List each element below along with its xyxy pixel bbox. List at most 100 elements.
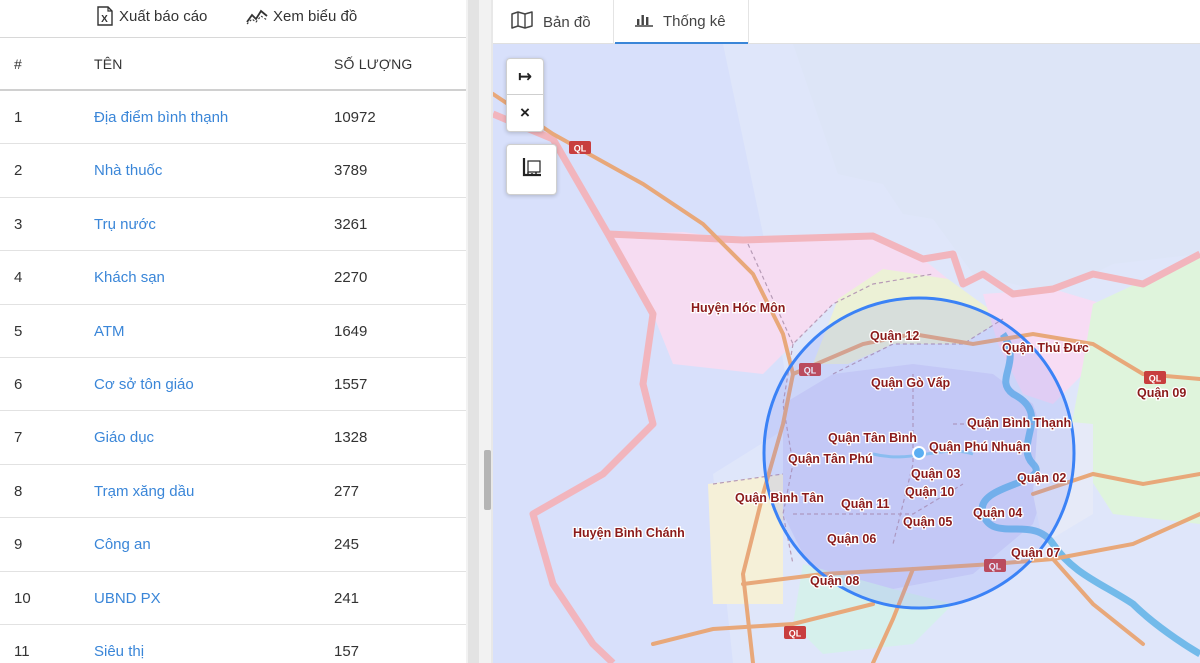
- statistics-table: # TÊN SỐ LƯỢNG 1 Địa điểm bình thạnh 10972…: [0, 37, 466, 663]
- svg-text:QL: QL: [1149, 374, 1162, 384]
- export-report-button[interactable]: X Xuất báo cáo: [96, 5, 207, 27]
- table-row[interactable]: 4 Khách sạn 2270: [0, 251, 466, 305]
- row-index: 6: [14, 375, 23, 393]
- row-name-link[interactable]: Khách sạn: [94, 269, 165, 286]
- row-count: 1328: [334, 429, 368, 447]
- row-count: 3789: [334, 162, 368, 180]
- export-report-label: Xuất báo cáo: [119, 7, 208, 25]
- district-label: Quận Gò Vấp: [871, 376, 951, 390]
- close-icon: ×: [520, 103, 530, 122]
- map-control-group: ↦ ×: [506, 58, 544, 132]
- table-row[interactable]: 8 Trạm xăng dầu 277: [0, 465, 466, 519]
- row-index: 4: [14, 269, 23, 287]
- road-badge: QL: [784, 626, 806, 639]
- bar-chart-icon: [635, 11, 653, 31]
- row-index: 11: [14, 642, 30, 660]
- row-count: 245: [334, 536, 360, 554]
- table-row[interactable]: 5 ATM 1649: [0, 305, 466, 358]
- svg-text:QL: QL: [574, 144, 587, 154]
- tab-divider: [613, 0, 614, 44]
- panel-toolbar: X Xuất báo cáo Xem biểu đồ: [0, 0, 466, 36]
- row-count: 277: [334, 482, 360, 500]
- row-name-link[interactable]: Nhà thuốc: [94, 162, 162, 179]
- app-window: X Xuất báo cáo Xem biểu đồ # TÊN SỐ LƯỢN…: [0, 0, 1200, 663]
- header-count: SỐ LƯỢNG: [334, 56, 413, 72]
- district-label: Quận 05: [903, 515, 952, 529]
- table-row[interactable]: 3 Trụ nước 3261: [0, 198, 466, 252]
- expand-button[interactable]: ↦: [507, 59, 543, 95]
- row-name-link[interactable]: Địa điểm bình thạnh: [94, 109, 228, 126]
- map-icon: [511, 11, 533, 33]
- row-count: 1649: [334, 322, 368, 340]
- row-name-link[interactable]: Giáo dục: [94, 429, 154, 446]
- table-row[interactable]: 11 Siêu thị 157: [0, 625, 466, 663]
- row-index: 5: [14, 322, 23, 340]
- view-tabs: Bản đồ Thống kê: [493, 0, 1200, 44]
- tab-map-label: Bản đồ: [543, 13, 591, 31]
- district-label: Huyện Bình Chánh: [573, 526, 685, 540]
- tab-statistics-label: Thống kê: [663, 12, 726, 30]
- district-label: Quận Tân Phú: [788, 452, 873, 466]
- tab-map[interactable]: Bản đồ: [511, 0, 591, 44]
- tab-divider: [748, 0, 749, 44]
- map-panel: Bản đồ Thống kê QL QL QL Huyện Hóc Môn H…: [493, 0, 1200, 663]
- row-index: 2: [14, 162, 23, 180]
- row-name-link[interactable]: Siêu thị: [94, 643, 144, 660]
- map-canvas[interactable]: QL QL QL QL: [493, 44, 1200, 663]
- district-label: Quận Thủ Đức: [1002, 341, 1089, 355]
- district-label: Quận 03: [911, 467, 960, 481]
- table-row[interactable]: 2 Nhà thuốc 3789: [0, 144, 466, 198]
- scrollbar-track[interactable]: [468, 0, 479, 663]
- table-header: # TÊN SỐ LƯỢNG: [0, 37, 466, 91]
- table-body: 1 Địa điểm bình thạnh 10972 2 Nhà thuốc 3789 3…: [0, 91, 466, 663]
- row-name-link[interactable]: Cơ sở tôn giáo: [94, 376, 194, 393]
- district-label: Quận 09: [1137, 386, 1186, 400]
- arrow-right-bar-icon: ↦: [517, 66, 533, 86]
- district-label: Quận Bình Thạnh: [967, 416, 1071, 430]
- panel-splitter[interactable]: [466, 0, 493, 663]
- row-name-link[interactable]: Trụ nước: [94, 216, 156, 233]
- row-count: 10972: [334, 109, 376, 126]
- row-index: 8: [14, 482, 23, 500]
- row-index: 9: [14, 536, 23, 554]
- district-label: Quận Phú Nhuận: [929, 440, 1030, 454]
- district-label: Quận 08: [810, 574, 859, 588]
- view-chart-label: Xem biểu đồ: [273, 7, 358, 25]
- row-name-link[interactable]: Công an: [94, 536, 151, 553]
- excel-icon: X: [96, 6, 114, 26]
- row-count: 241: [334, 589, 360, 607]
- table-row[interactable]: 1 Địa điểm bình thạnh 10972: [0, 91, 466, 145]
- district-label: Quận 10: [905, 485, 954, 499]
- road-badge: QL: [1144, 371, 1166, 384]
- table-row[interactable]: 10 UBND PX 241: [0, 572, 466, 625]
- row-name-link[interactable]: ATM: [94, 323, 125, 340]
- district-label: Quận 02: [1017, 471, 1066, 485]
- table-row[interactable]: 9 Công an 245: [0, 518, 466, 572]
- district-label: Quận Tân Bình: [828, 431, 917, 445]
- table-row[interactable]: 7 Giáo dục 1328: [0, 411, 466, 465]
- district-label: Quận 06: [827, 532, 876, 546]
- svg-text:QL: QL: [789, 629, 802, 639]
- header-name: TÊN: [94, 56, 123, 72]
- row-name-link[interactable]: Trạm xăng dầu: [94, 483, 194, 500]
- row-name-link[interactable]: UBND PX: [94, 590, 161, 607]
- row-count: 157: [334, 642, 360, 660]
- row-index: 10: [14, 589, 31, 607]
- close-button[interactable]: ×: [507, 95, 543, 131]
- statistics-panel: X Xuất báo cáo Xem biểu đồ # TÊN SỐ LƯỢN…: [0, 0, 466, 663]
- district-label: Quận 11: [841, 497, 890, 511]
- svg-text:X: X: [101, 14, 108, 25]
- district-label: Quận 04: [973, 506, 1022, 520]
- center-point-marker[interactable]: [912, 446, 926, 460]
- row-count: 2270: [334, 269, 368, 287]
- measure-button[interactable]: [506, 144, 557, 195]
- row-count: 3261: [334, 215, 368, 233]
- view-chart-button[interactable]: Xem biểu đồ: [246, 5, 357, 27]
- row-index: 3: [14, 215, 23, 233]
- tab-statistics[interactable]: Thống kê: [615, 0, 748, 44]
- table-row[interactable]: 6 Cơ sở tôn giáo 1557: [0, 358, 466, 412]
- district-label: Quận 07: [1011, 546, 1060, 560]
- district-label: Huyện Hóc Môn: [691, 301, 785, 315]
- splitter-grip[interactable]: [484, 450, 491, 510]
- row-index: 1: [14, 109, 23, 126]
